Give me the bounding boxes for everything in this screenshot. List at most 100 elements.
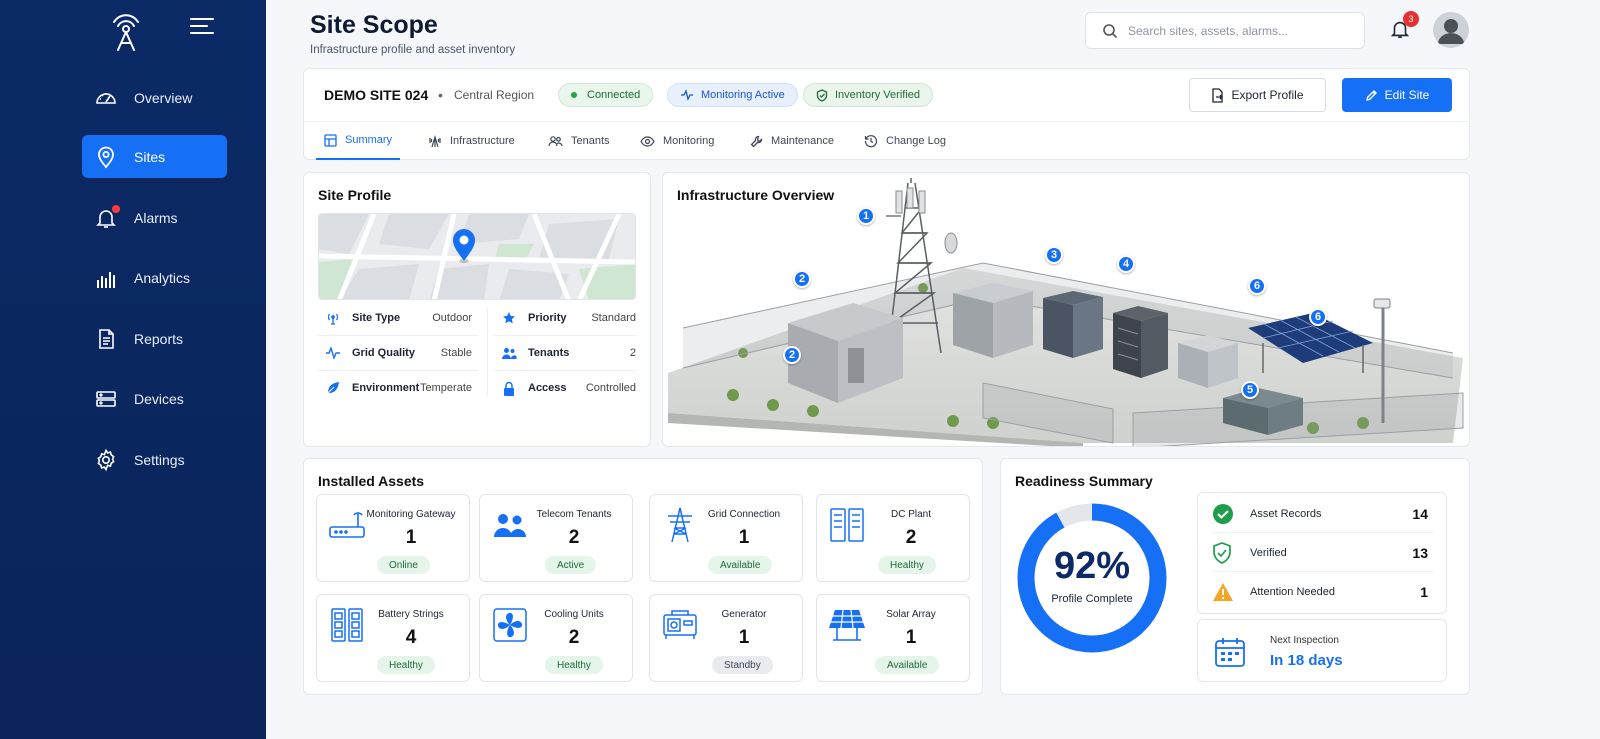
sidebar-item-label: Devices: [134, 390, 184, 407]
tab-maintenance[interactable]: Maintenance: [750, 122, 834, 160]
page-title: Site Scope: [310, 11, 438, 39]
gauge-caption: Profile Complete: [1051, 593, 1133, 605]
card-title: Readiness Summary: [1015, 473, 1153, 489]
button-label: Edit Site: [1384, 88, 1430, 102]
stat-asset-records: Asset Records 14: [1212, 495, 1434, 533]
gear-icon: [94, 448, 118, 472]
grid-icon: [324, 133, 337, 147]
sidebar: Overview Sites Alarms Analytics Reports …: [0, 0, 266, 739]
gauge-percent: 92%: [1053, 545, 1131, 587]
badge-label: Connected: [587, 89, 641, 101]
sidebar-item-label: Analytics: [134, 269, 191, 286]
infra-marker-6b[interactable]: 6: [1309, 308, 1327, 326]
sidebar-item-analytics[interactable]: Analytics: [82, 256, 227, 299]
sidebar-item-reports[interactable]: Reports: [82, 317, 227, 360]
prop-site-type: Site Type Outdoor: [324, 301, 472, 335]
sidebar-item-label: Overview: [134, 89, 193, 106]
next-inspection-value: In 18 days: [1270, 652, 1343, 669]
document-icon: [94, 327, 118, 351]
infra-marker-2[interactable]: 2: [793, 270, 811, 288]
sidebar-item-settings[interactable]: Settings: [82, 438, 227, 481]
history-icon: [864, 134, 878, 148]
site-map[interactable]: [318, 213, 636, 300]
sidebar-item-label: Sites: [134, 148, 166, 165]
status-dot: [571, 92, 577, 98]
page-subtitle: Infrastructure profile and asset invento…: [310, 44, 516, 56]
button-label: Export Profile: [1231, 88, 1304, 102]
pencil-icon: [1365, 89, 1378, 102]
prop-grid-quality: Grid Quality Stable: [324, 336, 472, 370]
speedometer-icon: [94, 86, 118, 110]
readiness-summary-card: Readiness Summary 92% Profile Complete A…: [1000, 458, 1470, 695]
sidebar-item-devices[interactable]: Devices: [82, 377, 227, 420]
readiness-gauge: 92% Profile Complete: [1015, 501, 1169, 655]
stat-attention-needed: Attention Needed 1: [1212, 573, 1434, 611]
prop-environment: Environment Temperate: [324, 371, 472, 405]
site-tabs: Summary Infrastructure Tenants Monitorin…: [304, 121, 1469, 161]
location-pin-icon: [94, 145, 118, 169]
pulse-icon: [680, 89, 694, 101]
site-profile-card: Site Profile Site Type Outdoor Grid Qual…: [303, 172, 651, 447]
next-inspection-label: Next Inspection: [1270, 635, 1339, 646]
status-badge-monitoring: Monitoring Active: [667, 83, 798, 107]
site-name: DEMO SITE 024: [324, 87, 429, 103]
map-pin-icon: [453, 229, 475, 263]
infra-marker-1[interactable]: 1: [857, 207, 875, 225]
infra-marker-4[interactable]: 4: [1117, 255, 1135, 273]
infra-marker-2b[interactable]: 2: [783, 346, 801, 364]
tab-label: Monitoring: [663, 135, 715, 147]
infra-marker-3[interactable]: 3: [1045, 246, 1063, 264]
next-inspection[interactable]: Next Inspection In 18 days: [1197, 619, 1447, 682]
readiness-stats: Asset Records 14 Verified 13 Attention N…: [1197, 492, 1447, 614]
sidebar-item-overview[interactable]: Overview: [82, 76, 227, 119]
status-badge: Healthy: [878, 556, 936, 574]
site-3d-illustration[interactable]: [663, 173, 1470, 447]
asset-dc-plant[interactable]: DC Plant 2 Healthy: [816, 494, 970, 582]
tab-monitoring[interactable]: Monitoring: [640, 122, 714, 160]
asset-cooling-units[interactable]: Cooling Units 2 Healthy: [479, 594, 633, 682]
antenna-icon: [324, 311, 342, 325]
sidebar-item-alarms[interactable]: Alarms: [82, 196, 227, 239]
sidebar-item-label: Alarms: [134, 209, 178, 226]
edit-site-button[interactable]: Edit Site: [1342, 78, 1452, 112]
asset-solar-array[interactable]: Solar Array 1 Available: [816, 594, 970, 682]
status-badge: Standby: [712, 656, 773, 674]
sidebar-item-label: Settings: [134, 451, 185, 468]
badge-label: Inventory Verified: [835, 89, 920, 101]
tab-label: Tenants: [571, 135, 610, 147]
users-icon: [500, 347, 518, 360]
export-profile-button[interactable]: Export Profile: [1189, 78, 1326, 112]
infra-marker-5[interactable]: 5: [1241, 381, 1259, 399]
eye-icon: [640, 135, 655, 147]
stat-verified: Verified 13: [1212, 534, 1434, 572]
site-separator: •: [438, 87, 443, 103]
warning-icon: [1212, 582, 1236, 602]
menu-toggle-icon[interactable]: [190, 18, 214, 38]
leaf-icon: [324, 381, 342, 395]
bar-chart-icon: [94, 266, 118, 290]
asset-monitoring-gateway[interactable]: Monitoring Gateway 1 Online: [316, 494, 470, 582]
asset-generator[interactable]: Generator 1 Standby: [649, 594, 803, 682]
antenna-logo-icon[interactable]: [108, 12, 144, 52]
search-input[interactable]: [1128, 23, 1348, 38]
export-icon: [1211, 87, 1224, 103]
asset-telecom-tenants[interactable]: Telecom Tenants 2 Active: [479, 494, 633, 582]
tab-infrastructure[interactable]: Infrastructure: [428, 122, 515, 160]
search-box[interactable]: [1085, 12, 1365, 49]
tab-tenants[interactable]: Tenants: [548, 122, 610, 160]
infra-marker-6[interactable]: 6: [1248, 277, 1266, 295]
asset-battery-strings[interactable]: Battery Strings 4 Healthy: [316, 594, 470, 682]
shield-check-icon: [1212, 541, 1236, 564]
card-title: Installed Assets: [318, 473, 425, 489]
tab-summary[interactable]: Summary: [316, 122, 401, 160]
notification-badge: 3: [1403, 11, 1419, 27]
sidebar-item-sites[interactable]: Sites: [82, 135, 227, 178]
tab-change-log[interactable]: Change Log: [864, 122, 946, 160]
notifications-button[interactable]: 3: [1389, 11, 1419, 43]
installed-assets-card: Installed Assets Monitoring Gateway 1 On…: [303, 458, 983, 695]
asset-grid-connection[interactable]: Grid Connection 1 Available: [649, 494, 803, 582]
avatar[interactable]: [1433, 12, 1469, 48]
infrastructure-overview-card: Infrastructure Overview 1 2 2 3 4 5 6 6: [662, 172, 1470, 447]
tower-icon: [428, 134, 442, 148]
alarm-dot: [112, 204, 120, 213]
